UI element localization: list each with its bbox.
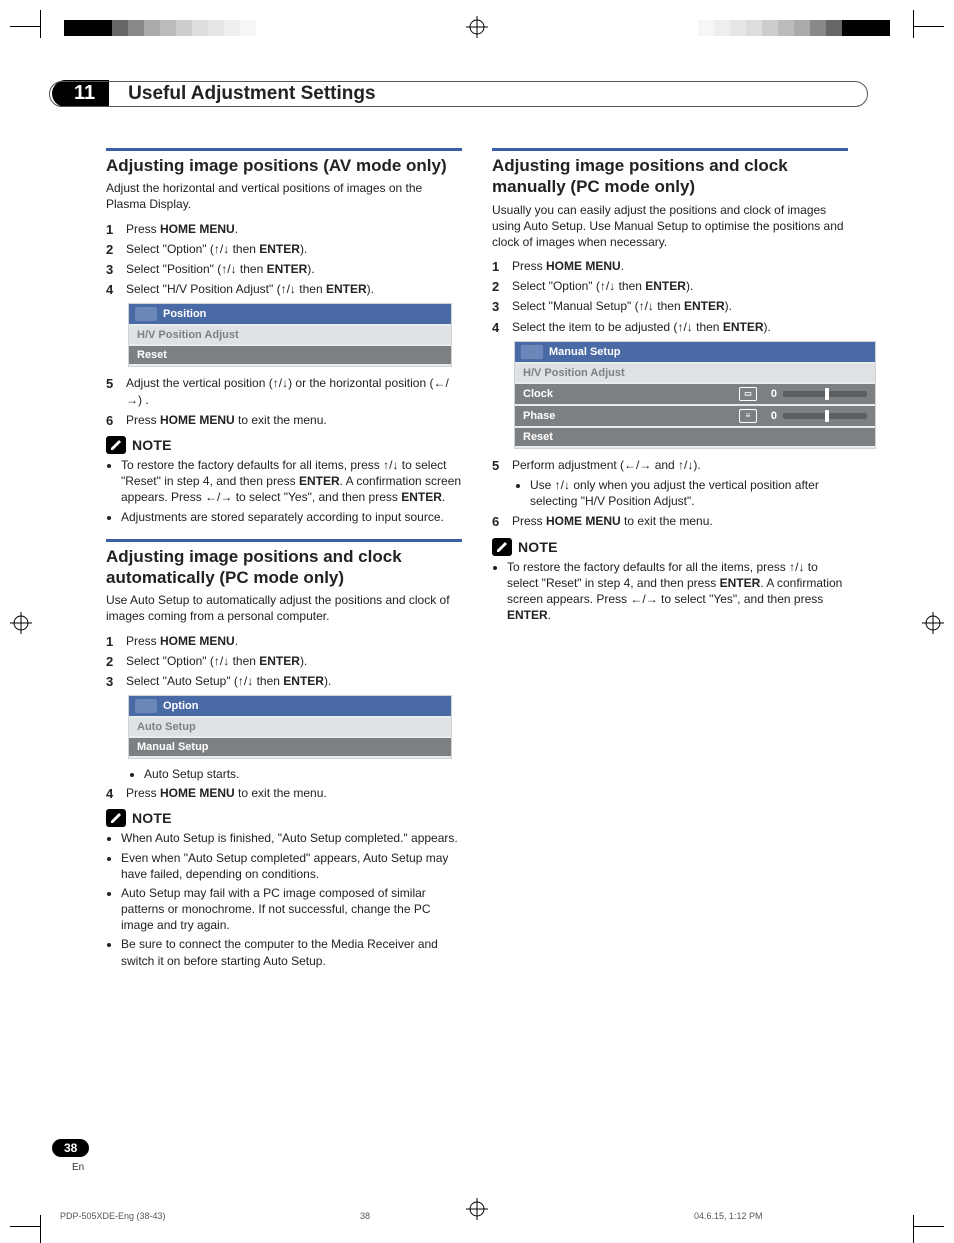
osd-position-menu: Position H/V Position Adjust Reset [128,303,452,367]
section3-lead: Usually you can easily adjust the positi… [492,202,848,251]
section1-steps: Press HOME MENU. Select "Option" (↑/↓ th… [106,221,462,298]
section2-title: Adjusting image positions and clock auto… [106,546,462,589]
note-header: NOTE [492,538,848,556]
osd-title: Manual Setup [549,346,621,358]
section2-notes: When Auto Setup is finished, "Auto Setup… [106,830,462,969]
chapter-header: 11 Useful Adjustment Settings [52,80,868,107]
osd-row: Manual Setup [137,741,209,753]
substep: Auto Setup starts. [144,767,462,781]
osd-manual-setup-menu: Manual Setup H/V Position Adjust Clock ▭… [514,341,876,449]
osd-row: Reset [137,349,167,361]
section3-title: Adjusting image positions and clock manu… [492,155,848,198]
registration-mark-icon [466,1198,488,1223]
tv-icon [521,345,543,359]
osd-title: Position [163,308,206,320]
step: Perform adjustment (←/→ and ↑/↓). [512,458,701,472]
registration-mark-icon [922,612,944,634]
imprint-page: 38 [360,1211,560,1221]
substep: Use ↑/↓ only when you adjust the vertica… [530,477,848,509]
chapter-title: Useful Adjustment Settings [128,83,375,105]
section1-lead: Adjust the horizontal and vertical posit… [106,180,462,212]
osd-option-menu: Option Auto Setup Manual Setup [128,695,452,759]
note-header: NOTE [106,436,462,454]
imprint-doc: PDP-505XDE-Eng (38-43) [60,1211,360,1221]
section3-steps: Press HOME MENU. Select "Option" (↑/↓ th… [492,258,848,335]
section3-notes: To restore the factory defaults for all … [492,559,848,624]
left-column: Adjusting image positions (AV mode only)… [106,148,462,983]
osd-row: Auto Setup [137,721,196,733]
manual-page: 11 Useful Adjustment Settings Adjusting … [0,0,954,1243]
section2-lead: Use Auto Setup to automatically adjust t… [106,592,462,624]
step: Adjust the vertical position (↑/↓) or th… [106,375,462,407]
tv-icon [135,699,157,713]
right-column: Adjusting image positions and clock manu… [492,148,848,983]
osd-row: Clock [523,388,553,400]
pencil-icon [492,538,512,556]
osd-row: H/V Position Adjust [523,367,625,379]
section2-steps: Press HOME MENU. Select "Option" (↑/↓ th… [106,633,462,690]
phase-icon: ≡ [739,409,757,423]
clock-icon: ▭ [739,387,757,401]
top-crop-decor [0,10,954,36]
pencil-icon [106,809,126,827]
phase-slider: ≡ 0 [739,409,867,423]
section1-title: Adjusting image positions (AV mode only) [106,155,462,176]
section1-notes: To restore the factory defaults for all … [106,457,462,525]
tv-icon [135,307,157,321]
osd-row: Reset [523,431,553,443]
page-number: 38 [52,1139,89,1157]
registration-mark-icon [10,612,32,634]
registration-mark-icon [466,16,488,38]
clock-slider: ▭ 0 [739,387,867,401]
note-header: NOTE [106,809,462,827]
osd-title: Option [163,700,198,712]
page-language: En [72,1162,84,1173]
imprint-timestamp: 04.6.15, 1:12 PM [694,1211,894,1221]
osd-row: H/V Position Adjust [137,329,239,341]
pencil-icon [106,436,126,454]
osd-row: Phase [523,410,555,422]
